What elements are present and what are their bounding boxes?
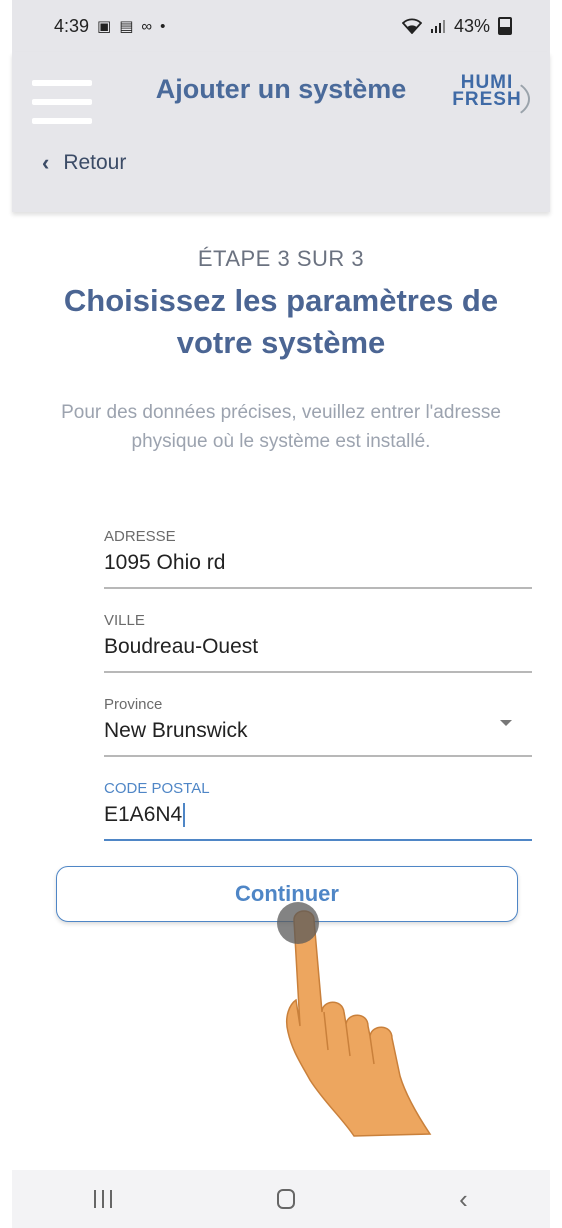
pointing-hand-icon [285,910,432,1137]
city-label: VILLE [104,612,145,629]
battery-percent: 43% [453,15,490,36]
tap-indicator [277,902,319,944]
city-field[interactable]: VILLE Boudreau-Ouest [104,612,532,673]
page-description: Pour des données précises, veuillez entr… [61,402,501,452]
status-right: 43% [401,15,512,37]
back-label: Retour [63,151,127,174]
dropdown-arrow-icon[interactable] [500,720,512,726]
address-field[interactable]: ADRESSE 1095 Ohio rd [104,528,532,589]
page-title: Choisissez les paramètres de votre systè… [63,283,499,360]
recents-icon[interactable] [94,1190,113,1208]
voicemail-icon: ∞ [141,17,153,35]
more-notifications-icon: • [160,17,166,35]
image-notification-icon: ▣ [97,17,112,35]
home-icon[interactable] [276,1189,295,1209]
back-nav-icon[interactable]: ‹ [459,1186,468,1212]
text-cursor [183,803,186,828]
postal-code-field[interactable]: CODE POSTAL E1A6N4 [104,780,532,842]
postal-code-input[interactable]: E1A6N4 [104,803,182,826]
notification-icon: ▤ [119,17,134,35]
province-value[interactable]: New Brunswick [104,719,532,755]
system-nav-bar: ‹ [12,1170,550,1228]
back-button[interactable]: ‹ Retour [42,150,126,176]
postal-code-input-wrap[interactable]: E1A6N4 [104,803,532,839]
app-header: Ajouter un système HUMI FRESH ‹ Retour [12,52,550,212]
wifi-icon [401,18,422,34]
city-input[interactable]: Boudreau-Ouest [104,635,532,671]
humifresh-logo: HUMI FRESH [446,73,530,124]
province-label: Province [104,696,163,713]
status-time: 4:39 [54,15,90,36]
province-select[interactable]: Province New Brunswick [104,696,532,757]
step-indicator: ÉTAPE 3 SUR 3 [197,246,365,271]
signal-icon [430,20,445,33]
address-label: ADRESSE [104,528,176,545]
status-bar: 4:39 ▣ ▤ ∞ • 43% [12,0,550,52]
battery-icon [498,17,512,35]
status-left: 4:39 ▣ ▤ ∞ • [54,16,165,37]
chevron-left-icon: ‹ [42,150,50,175]
postal-code-label: CODE POSTAL [104,780,210,797]
address-input[interactable]: 1095 Ohio rd [104,551,532,587]
